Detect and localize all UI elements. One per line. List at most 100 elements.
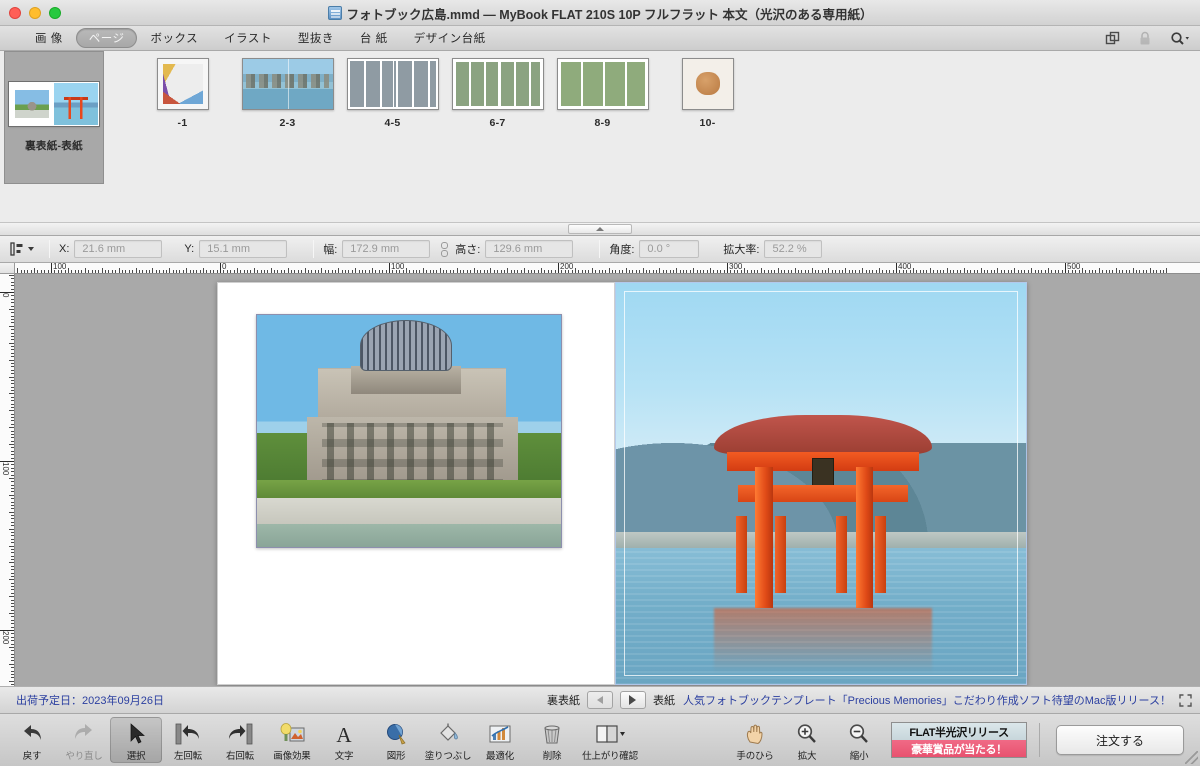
thumbnail-page-1[interactable]: -1 [130,51,235,129]
promo-banner-line1: FLAT半光沢リリース [892,723,1026,740]
horizontal-ruler[interactable]: 100 0 100 200 300 400 500 [15,263,1200,274]
link-chain-icon[interactable] [440,240,449,258]
redo-arrow-icon [71,720,97,747]
rotate-left-button[interactable]: 左回転 [162,717,214,763]
thumbnail-label: -1 [177,117,188,129]
open-book-icon [594,720,626,747]
cursor-arrow-icon [126,721,146,747]
thumbnail-page-8-9[interactable]: 8-9 [550,51,655,129]
redo-button[interactable]: やり直し [58,717,110,763]
work-area: 100 0 100 200 300 400 500 0 100 200 [0,263,1200,686]
back-cover-label: 裏表紙 [546,695,580,707]
undo-button[interactable]: 戻す [6,717,58,763]
preview-button[interactable]: 仕上がり確認 [578,717,642,763]
expand-icon[interactable] [1179,693,1192,707]
angle-field[interactable]: 0.0 ° [639,240,700,258]
thumbnail-label: 4-5 [384,117,401,129]
promo-marquee-text[interactable]: 人気フォトブックテンプレート「Precious Memories」こだわり作成ソ… [683,692,1171,708]
tab-diecut[interactable]: 型抜き [285,28,347,48]
status-bar: 出荷予定日：2023年09月26日 裏表紙 表紙 人気フォトブックテンプレート「… [0,686,1200,714]
height-label: 高さ: [455,244,481,256]
window-title: フォトブック広島.mmd — MyBook FLAT 210S 10P フルフラ… [346,7,873,22]
minimize-button[interactable] [29,6,41,19]
promo-banner[interactable]: FLAT半光沢リリース 豪華賞品が当たる！ [891,722,1027,758]
optimize-button[interactable]: 最適化 [474,717,526,763]
tab-images[interactable]: 画 像 [22,28,76,48]
vertical-ruler[interactable]: 0 100 200 [0,274,15,686]
zoom-button[interactable] [49,6,61,19]
page-canvas[interactable] [15,274,1200,686]
pan-tool-button[interactable]: 手のひら [729,717,781,763]
pane-splitter[interactable] [0,222,1200,236]
order-button[interactable]: 注文する [1056,725,1184,755]
rotate-right-icon [226,720,254,747]
tab-boxes[interactable]: ボックス [137,28,211,48]
fill-tool-button[interactable]: 塗りつぶし [422,717,474,763]
thumbnail-label: 裏表紙-表紙 [25,140,83,152]
hand-icon [743,720,767,747]
prev-page-button[interactable] [586,691,613,709]
window-controls[interactable] [0,6,61,19]
x-position-field[interactable]: 21.6 mm [74,240,163,258]
undo-label: 戻す [22,751,42,762]
align-objects-icon[interactable] [6,239,40,259]
text-a-icon: A [332,720,356,747]
title-bar: フォトブック広島.mmd — MyBook FLAT 210S 10P フルフラ… [0,0,1200,26]
page-back-cover[interactable] [217,282,615,685]
hiroshima-atomic-bomb-dome-photo[interactable] [256,314,562,548]
ruler-corner [0,263,15,274]
splitter-handle[interactable] [568,224,632,234]
page-spread[interactable] [217,282,1027,685]
window-resize-grip[interactable] [1185,751,1198,764]
zoom-in-icon [795,720,819,747]
angle-label: 角度: [609,244,635,256]
itsukushima-torii-gate-photo[interactable] [615,282,1027,685]
width-group: 幅: 172.9 mm [323,240,431,258]
text-tool-button[interactable]: A 文字 [318,717,370,763]
close-button[interactable] [9,6,21,19]
promo-banner-line2: 豪華賞品が当たる！ [892,740,1026,757]
tab-design-mount[interactable]: デザイン台紙 [401,28,499,48]
height-field[interactable]: 129.6 mm [485,240,574,258]
object-property-bar: X: 21.6 mm Y: 15.1 mm 幅: 172.9 mm 高さ: 12… [0,236,1200,263]
image-effects-label: 画像効果 [273,751,311,762]
y-position-field[interactable]: 15.1 mm [199,240,288,258]
pan-label: 手のひら [736,751,774,762]
thumbnail-page-10[interactable]: 10- [655,51,760,129]
duplicate-icon[interactable] [1105,31,1120,46]
collapse-triangle-icon [596,227,604,231]
image-effects-button[interactable]: 画像効果 [266,717,318,763]
trash-icon [540,720,564,747]
rotate-right-button[interactable]: 右回転 [214,717,266,763]
optimize-chart-icon [487,720,513,747]
width-field[interactable]: 172.9 mm [342,240,431,258]
tab-illustrations[interactable]: イラスト [211,28,285,48]
select-tool-button[interactable]: 選択 [110,717,162,763]
thumbnail-page-4-5[interactable]: 4-5 [340,51,445,129]
page-navigator[interactable]: 裏表紙 表紙 [547,691,675,709]
mode-tab-bar: 画 像 ページ ボックス イラスト 型抜き 台 紙 デザイン台紙 [0,26,1200,51]
zoom-out-icon [847,720,871,747]
tab-mount[interactable]: 台 紙 [347,28,401,48]
thumbnail-page-6-7[interactable]: 6-7 [445,51,550,129]
thumbnail-cover[interactable]: 裏表紙-表紙 [4,51,104,184]
page-thumbnail-strip[interactable]: 裏表紙-表紙 -1 2-3 4-5 6-7 8-9 10- [0,51,1200,222]
zoom-out-button[interactable]: 縮小 [833,717,885,763]
lock-icon [1138,31,1152,46]
thumbnail-label: 6-7 [489,117,506,129]
zoom-in-label: 拡大 [797,751,817,762]
page-front-cover[interactable] [615,282,1027,685]
thumbnail-label: 8-9 [594,117,611,129]
scale-field[interactable]: 52.2 % [764,240,823,258]
text-label: 文字 [334,751,354,762]
delete-button[interactable]: 削除 [526,717,578,763]
next-page-button[interactable] [619,691,646,709]
thumbnail-page-2-3[interactable]: 2-3 [235,51,340,129]
redo-label: やり直し [65,751,103,762]
scale-group: 拡大率: 52.2 % [723,240,823,258]
tab-pages[interactable]: ページ [75,28,138,48]
shape-tool-button[interactable]: 図形 [370,717,422,763]
search-icon[interactable] [1170,31,1190,46]
ship-date-label: 出荷予定日：2023年09月26日 [16,695,164,707]
zoom-in-button[interactable]: 拡大 [781,717,833,763]
